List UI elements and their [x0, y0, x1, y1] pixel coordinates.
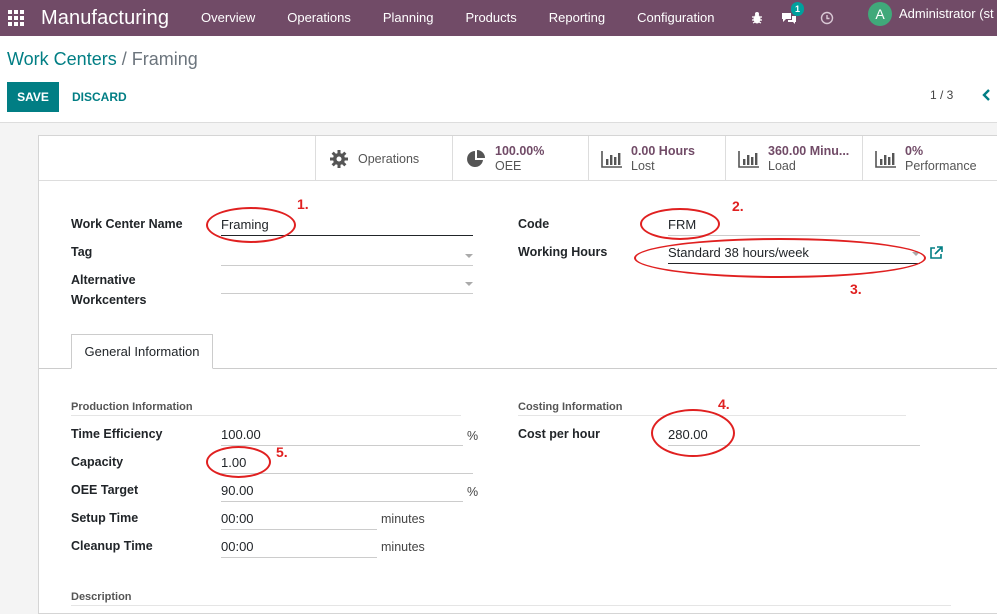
oee-label: OEE [495, 158, 522, 173]
oee-target-input[interactable]: 90.00 [221, 480, 463, 502]
apps-menu-icon[interactable] [1, 0, 31, 36]
cleanup-time-input[interactable]: 00:00 [221, 536, 377, 558]
cost-per-hour-input[interactable]: 280.00 [668, 424, 920, 446]
header-divider [39, 180, 997, 181]
main-menu: Overview Operations Planning Products Re… [185, 0, 730, 36]
production-information-title: Production Information [71, 399, 461, 416]
tab-general-information[interactable]: General Information [71, 334, 213, 369]
costing-information-title: Costing Information [518, 399, 906, 416]
lost-smart-button[interactable]: 0.00 Hours Lost [588, 136, 725, 181]
menu-products[interactable]: Products [449, 0, 532, 36]
performance-label: Performance [905, 158, 977, 173]
annotation-label-4: 4. [718, 396, 730, 412]
oee-target-label: OEE Target [71, 483, 139, 497]
time-efficiency-label: Time Efficiency [71, 427, 163, 441]
setup-time-input[interactable]: 00:00 [221, 508, 377, 530]
menu-operations[interactable]: Operations [271, 0, 367, 36]
control-panel: Work Centers / Framing SAVE DISCARD 1 / … [0, 36, 997, 123]
work-center-name-input[interactable]: Framing [221, 214, 473, 236]
annotation-label-5: 5. [276, 444, 288, 460]
top-navbar: Manufacturing Overview Operations Planni… [0, 0, 997, 36]
annotation-label-2: 2. [732, 198, 744, 214]
description-title: Description [71, 589, 951, 606]
setup-time-label: Setup Time [71, 511, 139, 525]
oee-target-unit: % [467, 485, 479, 499]
capacity-input[interactable]: 1.00 [221, 452, 473, 474]
performance-value: 0% [905, 143, 924, 158]
annotation-label-3: 3. [850, 281, 862, 297]
bar-chart-icon [738, 148, 760, 170]
breadcrumb-work-centers[interactable]: Work Centers [7, 49, 117, 69]
smart-buttons: Operations 100.00% OEE 0.00 Hours Lost 3… [315, 136, 997, 181]
cost-per-hour-label: Cost per hour [518, 427, 600, 441]
app-brand[interactable]: Manufacturing [41, 7, 169, 30]
systray: 1 [748, 0, 850, 36]
capacity-label: Capacity [71, 455, 124, 469]
breadcrumb-separator: / [121, 49, 127, 69]
working-hours-value: Standard 38 hours/week [668, 245, 809, 260]
menu-planning[interactable]: Planning [367, 0, 450, 36]
chat-icon[interactable]: 1 [780, 2, 805, 27]
menu-overview[interactable]: Overview [185, 0, 271, 36]
bar-chart-icon [601, 148, 623, 170]
lost-value: 0.00 Hours [631, 143, 695, 158]
code-input[interactable]: FRM [668, 214, 920, 236]
working-hours-select[interactable]: Standard 38 hours/week [668, 242, 920, 264]
cleanup-time-label: Cleanup Time [71, 539, 153, 553]
chat-count-badge: 1 [791, 2, 805, 16]
operations-smart-button[interactable]: Operations [315, 136, 452, 181]
code-label: Code [518, 217, 550, 231]
tag-label: Tag [71, 245, 93, 259]
load-smart-button[interactable]: 360.00 Minu... Load [725, 136, 862, 181]
bug-icon[interactable] [748, 9, 766, 27]
oee-smart-button[interactable]: 100.00% OEE [452, 136, 588, 181]
setup-time-unit: minutes [381, 512, 425, 526]
external-link-icon[interactable] [929, 246, 943, 260]
alternative-workcenters-select[interactable] [221, 272, 473, 294]
pie-chart-icon [465, 148, 487, 170]
working-hours-label: Working Hours [518, 245, 608, 259]
user-menu[interactable]: Administrator (st [899, 0, 994, 28]
time-efficiency-unit: % [467, 429, 479, 443]
annotation-label-1: 1. [297, 196, 309, 212]
user-avatar[interactable]: A [868, 2, 892, 26]
form-sheet: Operations 100.00% OEE 0.00 Hours Lost 3… [38, 135, 997, 614]
alternative-workcenters-label-2: Workcenters [71, 293, 147, 307]
pager-value[interactable]: 1 / 3 [930, 88, 953, 102]
pager-previous-icon[interactable] [979, 86, 993, 104]
breadcrumb-current: Framing [131, 49, 198, 69]
discard-button[interactable]: DISCARD [66, 82, 133, 112]
menu-configuration[interactable]: Configuration [621, 0, 730, 36]
bar-chart-icon [875, 148, 897, 170]
save-button[interactable]: SAVE [7, 82, 59, 112]
oee-value: 100.00% [495, 143, 545, 158]
gear-icon [328, 148, 350, 170]
operations-label: Operations [358, 151, 420, 166]
cleanup-time-unit: minutes [381, 540, 425, 554]
time-efficiency-input[interactable]: 100.00 [221, 424, 463, 446]
tag-select[interactable] [221, 244, 473, 266]
clock-icon[interactable] [818, 9, 836, 27]
load-value: 360.00 Minu... [768, 143, 850, 158]
work-center-name-label: Work Center Name [71, 217, 183, 231]
menu-reporting[interactable]: Reporting [533, 0, 621, 36]
performance-smart-button[interactable]: 0% Performance [862, 136, 997, 181]
breadcrumb: Work Centers / Framing [7, 49, 198, 70]
load-label: Load [768, 158, 796, 173]
lost-label: Lost [631, 158, 655, 173]
alternative-workcenters-label-1: Alternative [71, 273, 136, 287]
